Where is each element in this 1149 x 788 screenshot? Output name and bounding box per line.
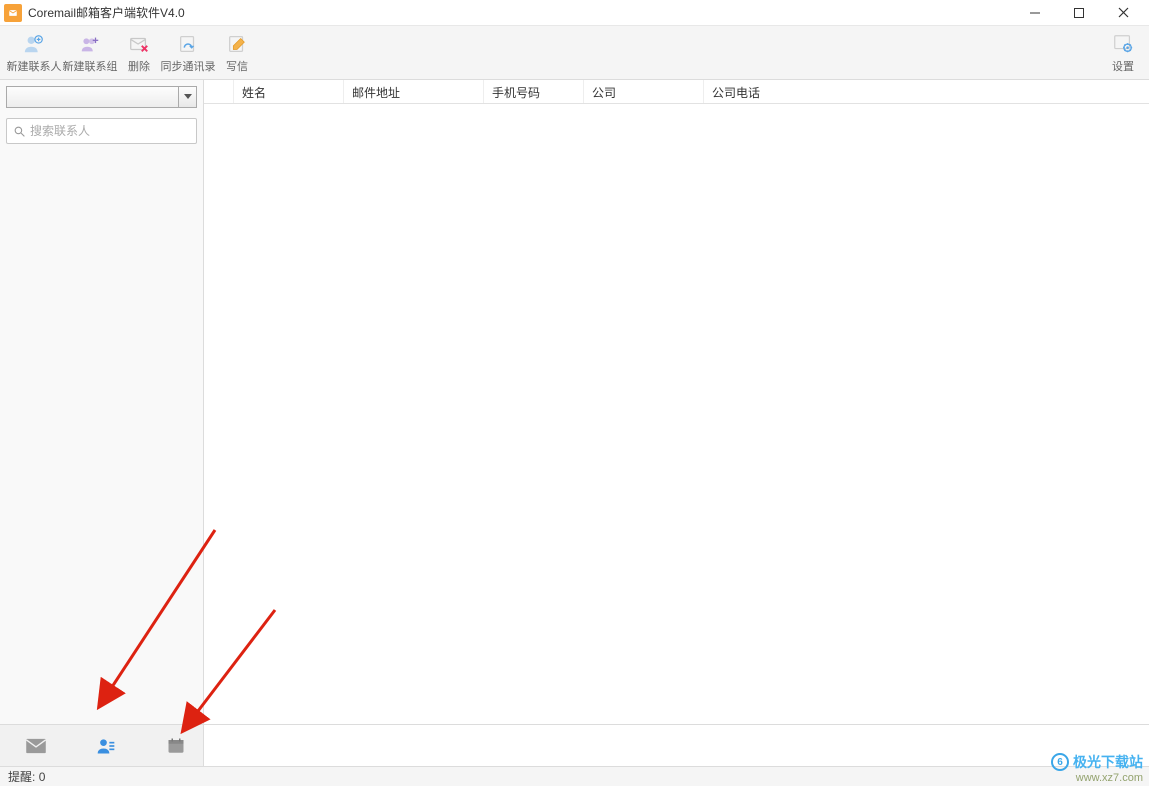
- column-name[interactable]: 姓名: [234, 80, 344, 103]
- minimize-button[interactable]: [1013, 0, 1057, 26]
- main-content: 姓名 邮件地址 手机号码 公司 公司电话: [204, 80, 1149, 724]
- column-company-phone[interactable]: 公司电话: [704, 80, 1149, 103]
- reminder-count: 0: [39, 770, 46, 784]
- app-icon: [4, 4, 22, 22]
- sync-icon: [176, 32, 200, 56]
- delete-button[interactable]: 删除: [118, 28, 160, 78]
- mail-delete-icon: [127, 32, 151, 56]
- column-mobile[interactable]: 手机号码: [484, 80, 584, 103]
- new-group-label: 新建联系组: [63, 58, 118, 74]
- close-button[interactable]: [1101, 0, 1145, 26]
- gear-icon: [1111, 32, 1135, 56]
- contacts-icon: [95, 736, 117, 756]
- account-dropdown[interactable]: [6, 86, 197, 108]
- sync-label: 同步通讯录: [161, 58, 216, 74]
- maximize-button[interactable]: [1057, 0, 1101, 26]
- minimize-icon: [1030, 8, 1040, 18]
- group-plus-icon: [78, 32, 102, 56]
- column-blank[interactable]: [204, 80, 234, 103]
- calendar-icon: [166, 737, 186, 755]
- compose-button[interactable]: 写信: [216, 28, 258, 78]
- settings-label: 设置: [1112, 58, 1134, 74]
- statusbar: 提醒: 0: [0, 766, 1149, 786]
- compose-label: 写信: [226, 58, 248, 74]
- compose-icon: [225, 32, 249, 56]
- mail-tab[interactable]: [24, 734, 48, 758]
- titlebar: Coremail邮箱客户端软件V4.0: [0, 0, 1149, 26]
- reminder-label: 提醒:: [8, 768, 35, 785]
- account-dropdown-input[interactable]: [7, 87, 178, 107]
- new-contact-label: 新建联系人: [7, 58, 62, 74]
- chevron-down-icon: [184, 94, 192, 100]
- table-header: 姓名 邮件地址 手机号码 公司 公司电话: [204, 80, 1149, 104]
- sync-button[interactable]: 同步通讯录: [160, 28, 216, 78]
- bottom-nav: [0, 724, 204, 766]
- dropdown-toggle[interactable]: [178, 87, 196, 107]
- column-company[interactable]: 公司: [584, 80, 704, 103]
- close-icon: [1118, 7, 1129, 18]
- column-email[interactable]: 邮件地址: [344, 80, 484, 103]
- settings-button[interactable]: 设置: [1103, 28, 1143, 78]
- search-icon: [13, 125, 26, 138]
- mail-icon: [25, 738, 47, 754]
- maximize-icon: [1074, 8, 1084, 18]
- new-group-button[interactable]: 新建联系组: [62, 28, 118, 78]
- sidebar: [0, 80, 204, 724]
- delete-label: 删除: [128, 58, 150, 74]
- table-body-empty: [204, 104, 1149, 724]
- search-box[interactable]: [6, 118, 197, 144]
- person-plus-icon: [22, 32, 46, 56]
- contacts-tab[interactable]: [94, 734, 118, 758]
- toolbar: 新建联系人 新建联系组 删除 同步通讯录 写信 设置: [0, 26, 1149, 80]
- bottom-fill: [204, 724, 1149, 766]
- search-input[interactable]: [30, 124, 190, 138]
- window-title: Coremail邮箱客户端软件V4.0: [28, 4, 185, 21]
- calendar-tab[interactable]: [164, 734, 188, 758]
- new-contact-button[interactable]: 新建联系人: [6, 28, 62, 78]
